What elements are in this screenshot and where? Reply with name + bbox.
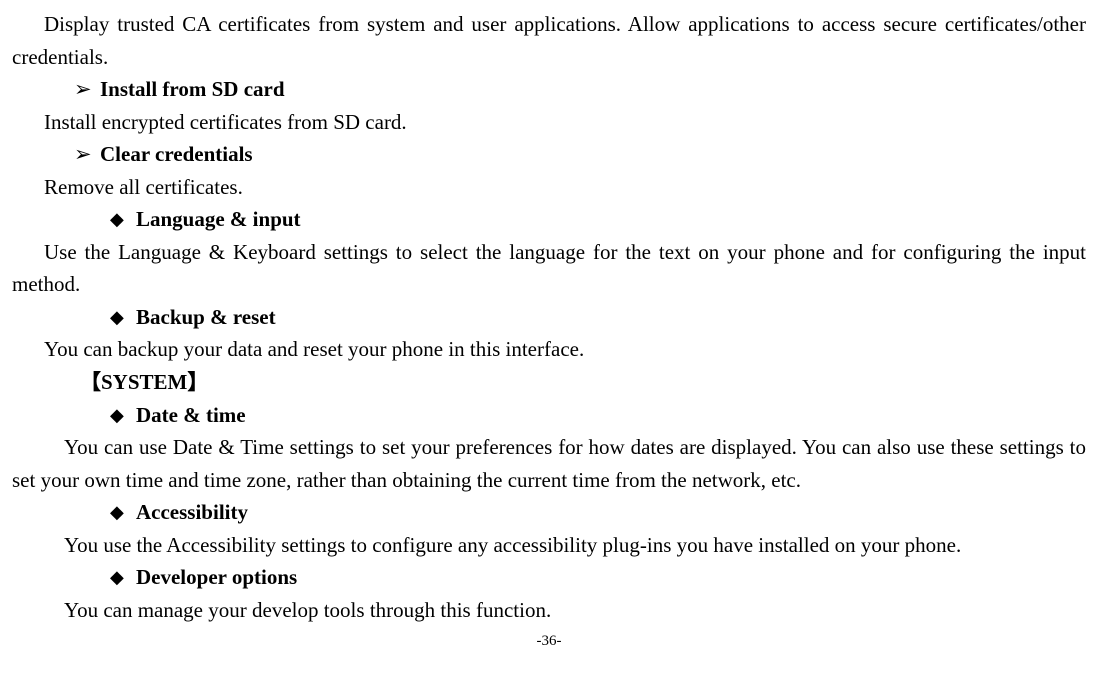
bullet-accessibility: ◆Accessibility — [12, 496, 1086, 529]
desc-accessibility: You use the Accessibility settings to co… — [12, 529, 1086, 562]
bullet-label: Language & input — [136, 207, 301, 231]
arrow-icon: ➢ — [74, 138, 100, 171]
bullet-label: Backup & reset — [136, 305, 276, 329]
bullet-date-time: ◆Date & time — [12, 399, 1086, 432]
bullet-clear-credentials: ➢Clear credentials — [12, 138, 1086, 171]
bullet-label: Install from SD card — [100, 77, 285, 101]
desc-developer-options: You can manage your develop tools throug… — [12, 594, 1086, 627]
bullet-label: Clear credentials — [100, 142, 253, 166]
desc-date-time: You can use Date & Time settings to set … — [12, 431, 1086, 496]
bullet-developer-options: ◆Developer options — [12, 561, 1086, 594]
desc-backup-reset: You can backup your data and reset your … — [12, 333, 1086, 366]
bullet-language-input: ◆Language & input — [12, 203, 1086, 236]
desc-clear-credentials: Remove all certificates. — [12, 171, 1086, 204]
diamond-icon: ◆ — [110, 499, 136, 527]
diamond-icon: ◆ — [110, 564, 136, 592]
bullet-label: Accessibility — [136, 500, 248, 524]
diamond-icon: ◆ — [110, 402, 136, 430]
page-number: -36- — [12, 630, 1086, 653]
diamond-icon: ◆ — [110, 304, 136, 332]
bullet-backup-reset: ◆Backup & reset — [12, 301, 1086, 334]
bullet-label: Developer options — [136, 565, 297, 589]
desc-install-sd: Install encrypted certificates from SD c… — [12, 106, 1086, 139]
diamond-icon: ◆ — [110, 206, 136, 234]
section-system: 【SYSTEM】 — [12, 366, 1086, 399]
arrow-icon: ➢ — [74, 73, 100, 106]
bullet-install-sd: ➢Install from SD card — [12, 73, 1086, 106]
bullet-label: Date & time — [136, 403, 246, 427]
desc-language-input: Use the Language & Keyboard settings to … — [12, 236, 1086, 301]
paragraph-intro: Display trusted CA certificates from sys… — [12, 8, 1086, 73]
